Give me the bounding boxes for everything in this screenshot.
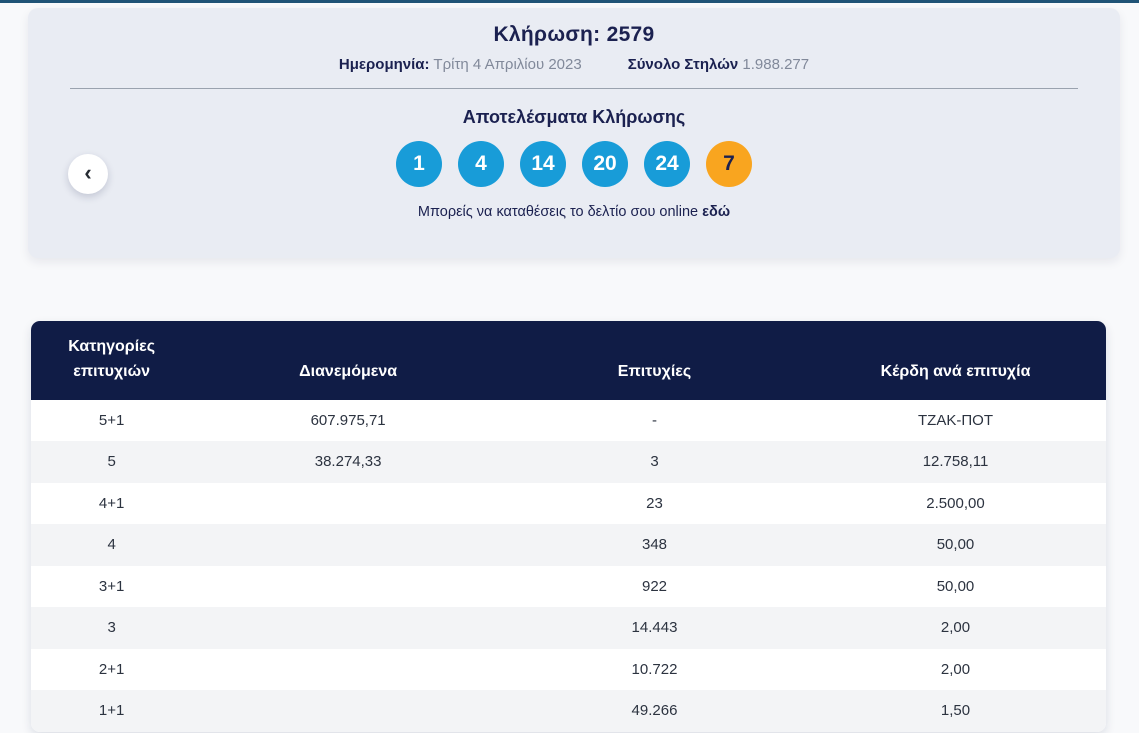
header-categories: Κατηγορίες επιτυχιών (31, 321, 193, 400)
table-row: 1+1 49.266 1,50 (31, 690, 1106, 732)
table-row: 4 348 50,00 (31, 524, 1106, 566)
cell-distributed: 38.274,33 (314, 453, 382, 471)
cell-category: 3 (107, 619, 116, 637)
cell-winners: 348 (641, 536, 668, 554)
cell-prize: ΤΖΑΚ-ΠΟΤ (918, 411, 993, 429)
cell-winners: 10.722 (631, 660, 678, 678)
previous-draw-button[interactable]: ‹ (68, 154, 108, 194)
cell-prize: 2,00 (940, 660, 971, 678)
caption-text: Μπορείς να καταθέσεις το δελτίο σου onli… (417, 204, 699, 220)
winning-numbers: 1 4 14 20 24 7 (28, 141, 1120, 187)
draw-date: Ημερομηνία: Τρίτη 4 Απριλίου 2023 (339, 56, 582, 73)
cell-distributed (192, 566, 504, 608)
cell-distributed: 607.975,71 (310, 411, 386, 429)
cell-prize: 1,50 (940, 702, 971, 720)
table-row: 3+1 922 50,00 (31, 565, 1106, 608)
number-ball: 14 (520, 141, 566, 187)
draw-date-label: Ημερομηνία: (338, 56, 430, 73)
table-row: 5+1 607.975,71 - ΤΖΑΚ-ΠΟΤ (31, 399, 1106, 442)
draw-meta-row: Ημερομηνία: Τρίτη 4 Απριλίου 2023 Σύνολο… (28, 56, 1120, 73)
number-ball: 4 (458, 141, 504, 187)
number-ball: 1 (396, 141, 442, 187)
header-distributed: Διανεμόμενα (192, 321, 504, 400)
table-row: 3 14.443 2,00 (31, 607, 1106, 649)
table-header-row: Κατηγορίες επιτυχιών Διανεμόμενα Επιτυχί… (31, 321, 1106, 400)
cell-winners: 922 (641, 577, 668, 595)
cell-distributed (192, 524, 504, 566)
draw-date-value: Τρίτη 4 Απριλίου 2023 (433, 56, 582, 73)
cell-prize: 2.500,00 (926, 494, 985, 512)
chevron-left-icon: ‹ (84, 160, 92, 185)
cell-category: 4 (107, 536, 116, 554)
cell-prize: 2,00 (940, 619, 971, 637)
cell-winners: - (652, 411, 657, 429)
divider (70, 88, 1078, 89)
cell-prize: 50,00 (936, 536, 975, 554)
cell-winners: 23 (646, 494, 663, 512)
cell-category: 1+1 (98, 702, 125, 720)
cell-prize: 12.758,11 (922, 453, 989, 471)
results-heading: Αποτελέσματα Κλήρωσης (462, 107, 686, 127)
cell-distributed (192, 649, 504, 691)
number-ball: 24 (644, 141, 690, 187)
cell-distributed (192, 607, 504, 649)
joker-ball: 7 (706, 141, 752, 187)
draw-title: Κλήρωση: 2579 (493, 23, 655, 46)
header-prize-per-win: Κέρδη ανά επιτυχία (805, 321, 1106, 400)
online-link[interactable]: εδώ (702, 204, 730, 220)
cell-category: 3+1 (98, 577, 125, 595)
table-row: 5 38.274,33 3 12.758,11 (31, 441, 1106, 483)
cell-category: 4+1 (98, 494, 125, 512)
cell-distributed (192, 483, 504, 525)
top-accent-bar (0, 0, 1139, 3)
draw-results-card: Κλήρωση: 2579 Ημερομηνία: Τρίτη 4 Απριλί… (28, 8, 1120, 258)
total-columns: Σύνολο Στηλών 1.988.277 (628, 56, 809, 73)
cell-winners: 49.266 (631, 702, 678, 720)
cell-winners: 14.443 (631, 619, 678, 637)
cell-prize: 50,00 (936, 577, 975, 595)
cell-category: 2+1 (98, 660, 125, 678)
cell-winners: 3 (650, 453, 659, 471)
results-table-body: 5+1 607.975,71 - ΤΖΑΚ-ΠΟΤ 5 38.274,33 3 12.758,… (31, 399, 1106, 732)
total-columns-label: Σύνολο Στηλών (627, 56, 739, 73)
total-columns-value: 1.988.277 (742, 56, 810, 73)
winnings-table-card: Κατηγορίες επιτυχιών Διανεμόμενα Επιτυχί… (31, 321, 1106, 732)
winnings-table: Κατηγορίες επιτυχιών Διανεμόμενα Επιτυχί… (31, 321, 1106, 732)
cell-category: 5 (107, 453, 116, 471)
online-slip-caption: Μπορείς να καταθέσεις το δελτίο σου onli… (28, 204, 1120, 220)
table-row: 2+1 10.722 2,00 (31, 648, 1106, 691)
number-ball: 20 (582, 141, 628, 187)
header-winners: Επιτυχίες (504, 321, 805, 400)
cell-category: 5+1 (98, 411, 125, 429)
table-row: 4+1 23 2.500,00 (31, 482, 1106, 525)
cell-distributed (192, 690, 504, 732)
